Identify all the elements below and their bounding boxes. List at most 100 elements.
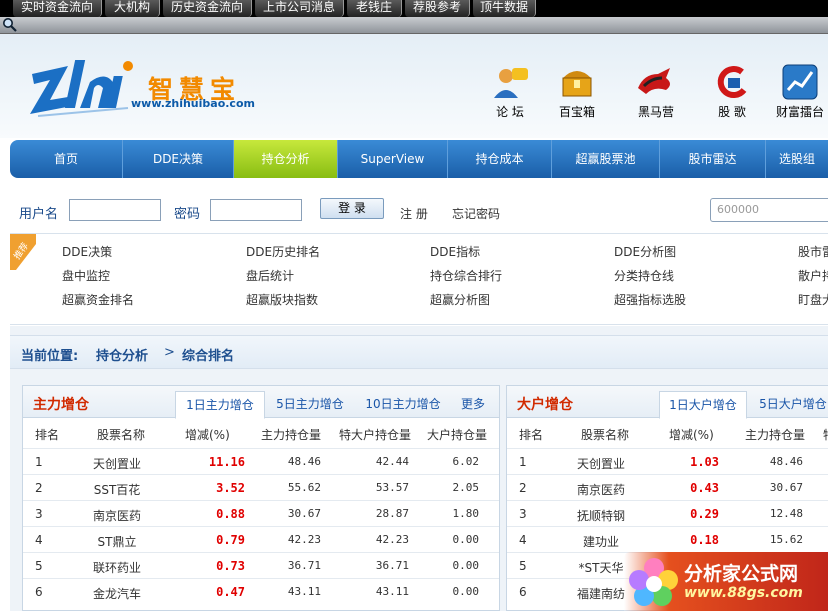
big-holder-panel-header: 大户增仓 1日大户增仓 5日大户增仓 [507, 386, 828, 419]
top-tab-realtime-flow[interactable]: 实时资金流向 [12, 0, 102, 17]
username-input[interactable] [69, 199, 161, 221]
dark-horse-label: 黑马营 [637, 105, 674, 119]
cell-stock-name[interactable]: 天创置业 [561, 455, 641, 472]
rec-link-sector-index[interactable]: 超赢版块指数 [246, 291, 318, 308]
wealth-stage-link[interactable]: 财富擂台 [770, 62, 828, 120]
rec-link-analysis-chart[interactable]: 超赢分析图 [430, 291, 490, 308]
table-row[interactable]: 2 SST百花 3.52 55.62 53.57 2.05 [23, 474, 499, 500]
cell-stock-name[interactable]: ST鼎立 [77, 533, 157, 550]
tab-5day-main[interactable]: 5日主力增仓 [269, 391, 351, 419]
cell-stock-name[interactable]: 南京医药 [77, 507, 157, 524]
rec-link-dde-indicator[interactable]: DDE指标 [430, 243, 480, 260]
cell-change: 0.47 [216, 585, 245, 599]
cell-large: 6.02 [452, 455, 480, 468]
cell-stock-name[interactable]: SST百花 [77, 481, 157, 498]
rec-link-stock-radar[interactable]: 股市雷 [798, 243, 828, 260]
table-row[interactable]: 1 天创置业 1.03 48.46 [507, 448, 828, 474]
cell-stock-name[interactable]: 南京医药 [561, 481, 641, 498]
table-row[interactable]: 4 建功业 0.18 15.62 [507, 526, 828, 552]
table-row[interactable]: 6 金龙汽车 0.47 43.11 43.11 0.00 [23, 578, 499, 604]
top-tab-big-institution[interactable]: 大机构 [104, 0, 160, 17]
cell-stock-name[interactable]: 建功业 [561, 533, 641, 550]
nav-home[interactable]: 首页 [10, 140, 123, 178]
top-tab-top-data[interactable]: 顶牛数据 [472, 0, 536, 17]
col-large: 大户持仓量 [427, 428, 488, 442]
table-row[interactable]: 2 南京医药 0.43 30.67 [507, 474, 828, 500]
treasure-chest-link[interactable]: 百宝箱 [547, 62, 607, 120]
cell-main-position: 42.23 [287, 533, 321, 546]
recommend-ribbon-icon: 推荐 [10, 234, 36, 270]
forum-label: 论 坛 [496, 105, 524, 119]
cell-stock-name[interactable]: 天创置业 [77, 455, 157, 472]
table-row[interactable]: 4 ST鼎立 0.79 42.23 42.23 0.00 [23, 526, 499, 552]
nav-stock-radar[interactable]: 股市雷达 [660, 140, 766, 178]
rec-link-indicator-picker[interactable]: 超强指标选股 [614, 291, 686, 308]
password-input[interactable] [210, 199, 302, 221]
stock-song-link[interactable]: 股 歌 [702, 62, 762, 120]
col-change: 增减(%) [185, 428, 230, 442]
nav-dde-decision[interactable]: DDE决策 [123, 140, 234, 178]
stock-song-icon [717, 66, 747, 99]
rec-link-afterhours-stats[interactable]: 盘后统计 [246, 267, 294, 284]
flower-logo-icon [629, 558, 678, 606]
rec-link-position-ranking[interactable]: 持仓综合排行 [430, 267, 502, 284]
rec-link-dde-decision[interactable]: DDE决策 [62, 243, 112, 260]
cell-main-position: 48.46 [769, 455, 803, 468]
stock-code-input[interactable]: 600000 [710, 198, 828, 222]
rec-link-category-line[interactable]: 分类持仓线 [614, 267, 674, 284]
top-tab-company-news[interactable]: 上市公司消息 [254, 0, 344, 17]
rec-link-dde-chart[interactable]: DDE分析图 [614, 243, 676, 260]
cell-main-position: 30.67 [287, 507, 321, 520]
site-header: 智慧宝 www.zhihuibao.com 论 坛 百宝箱 黑马营 股 歌 财富… [0, 34, 828, 138]
brand-url[interactable]: www.zhihuibao.com [131, 97, 255, 110]
tab-1day-big[interactable]: 1日大户增仓 [659, 391, 747, 419]
cell-rank: 2 [35, 481, 43, 495]
top-tab-history-flow[interactable]: 历史资金流向 [162, 0, 252, 17]
cell-super-large: 53.57 [375, 481, 409, 494]
cell-change: 1.03 [690, 455, 719, 469]
cell-super-large: 36.71 [375, 559, 409, 572]
rec-link-watch-market[interactable]: 盯盘大 [798, 291, 828, 308]
table-row[interactable]: 3 南京医药 0.88 30.67 28.87 1.80 [23, 500, 499, 526]
forum-link[interactable]: 论 坛 [480, 62, 540, 120]
nav-position-analysis[interactable]: 持仓分析 [234, 140, 338, 178]
table-row[interactable]: 1 天创置业 11.16 48.46 42.44 6.02 [23, 448, 499, 474]
top-tab-old-bank[interactable]: 老钱庄 [346, 0, 402, 17]
cell-change: 0.88 [216, 507, 245, 521]
table-row[interactable]: 3 抚顺特钢 0.29 12.48 [507, 500, 828, 526]
cell-rank: 4 [35, 533, 43, 547]
cell-change: 0.79 [216, 533, 245, 547]
nav-stock-pool[interactable]: 超赢股票池 [552, 140, 660, 178]
col-rank: 排名 [35, 428, 60, 442]
login-button[interactable]: 登 录 [320, 198, 384, 219]
rec-link-retail-position[interactable]: 散户持 [798, 267, 828, 284]
rec-link-intraday-monitor[interactable]: 盘中监控 [62, 267, 110, 284]
cell-large: 0.00 [452, 585, 480, 598]
table-row[interactable]: 5 联环药业 0.73 36.71 36.71 0.00 [23, 552, 499, 578]
cell-stock-name[interactable]: 金龙汽车 [77, 585, 157, 602]
rec-link-dde-history[interactable]: DDE历史排名 [246, 243, 320, 260]
forgot-password-link[interactable]: 忘记密码 [452, 205, 500, 222]
stock-song-label: 股 歌 [718, 105, 746, 119]
register-link[interactable]: 注 册 [400, 205, 428, 222]
cell-main-position: 12.48 [769, 507, 803, 520]
top-tab-stock-tips[interactable]: 荐股参考 [404, 0, 470, 17]
tab-10day-main[interactable]: 10日主力增仓 [359, 391, 447, 419]
nav-superview[interactable]: SuperView [338, 140, 448, 178]
cell-stock-name[interactable]: 抚顺特钢 [561, 507, 641, 524]
cell-super-large: 28.87 [375, 507, 409, 520]
col-super-large-big: 特 [823, 426, 828, 443]
tab-1day-main[interactable]: 1日主力增仓 [175, 391, 265, 419]
tab-5day-big[interactable]: 5日大户增仓 [753, 391, 828, 419]
cell-stock-name[interactable]: 联环药业 [77, 559, 157, 576]
zhihuibao-logo-icon[interactable] [28, 56, 138, 120]
rec-link-fund-ranking[interactable]: 超赢资金排名 [62, 291, 134, 308]
watermark-title: 分析家公式网 [684, 563, 799, 585]
search-icon[interactable] [2, 17, 17, 32]
nav-position-cost[interactable]: 持仓成本 [448, 140, 552, 178]
wealth-stage-icon [782, 64, 818, 100]
breadcrumb-section[interactable]: 持仓分析 [96, 345, 148, 364]
nav-stock-picker[interactable]: 选股组 [766, 140, 828, 178]
dark-horse-link[interactable]: 黑马营 [626, 62, 686, 120]
tab-more-main[interactable]: 更多 [453, 391, 493, 419]
